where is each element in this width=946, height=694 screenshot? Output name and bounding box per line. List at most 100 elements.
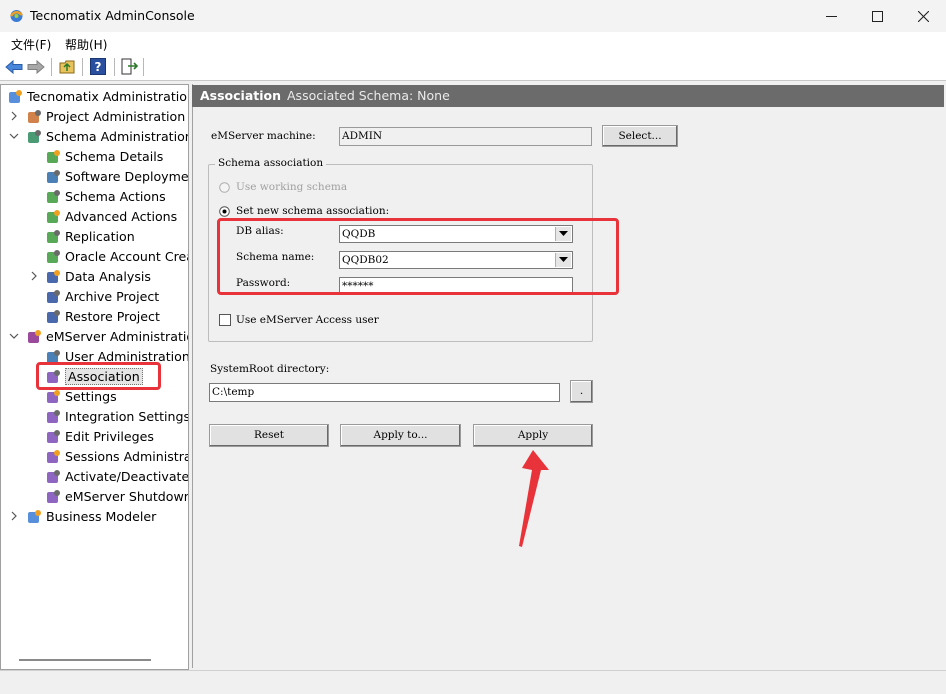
tree-item[interactable]: Restore Project xyxy=(1,307,188,327)
reset-button[interactable]: Reset xyxy=(209,424,329,447)
maximize-button[interactable] xyxy=(854,0,900,32)
tree-item-label: eMServer Administration xyxy=(46,329,189,344)
tree-item-label: Advanced Actions xyxy=(65,209,178,224)
tree-item[interactable]: Schema Details xyxy=(1,147,188,167)
project-icon xyxy=(28,110,41,123)
navigation-tree: Tecnomatix Administration Project Adminis… xyxy=(0,84,189,670)
software-deploy-icon xyxy=(47,170,60,183)
set-new-schema-radio[interactable] xyxy=(219,206,230,217)
annotation-arrow xyxy=(519,450,549,547)
tree-item-label: Restore Project xyxy=(65,309,160,324)
systemroot-field[interactable]: C:\temp xyxy=(209,383,560,402)
sql-icon xyxy=(47,270,60,283)
svg-text:?: ? xyxy=(95,60,102,74)
tree-item[interactable]: Data Analysis xyxy=(1,267,188,287)
tree-item[interactable]: Sessions Administrat xyxy=(1,447,188,467)
exit-icon[interactable] xyxy=(121,58,139,75)
close-icon xyxy=(917,10,929,22)
oracle-icon xyxy=(47,250,60,263)
shutdown-icon xyxy=(47,490,60,503)
tree-item[interactable]: Integration Settings xyxy=(1,407,188,427)
expand-chevron-icon[interactable] xyxy=(9,510,19,522)
tree-item-label: Data Analysis xyxy=(65,269,151,284)
tree-item[interactable]: Schema Administration xyxy=(1,127,188,147)
tree-item[interactable]: Edit Privileges xyxy=(1,427,188,447)
use-access-user-label: Use eMServer Access user xyxy=(236,314,379,326)
close-button[interactable] xyxy=(900,0,946,32)
highlight-box-association xyxy=(36,362,161,390)
archive-icon xyxy=(47,290,60,303)
toolbar-separator xyxy=(114,58,115,76)
minimize-icon xyxy=(825,15,837,17)
tree-item-label: Business Modeler xyxy=(46,509,157,524)
tree-item-label: Replication xyxy=(65,229,135,244)
tree-item-label: Software Deploymen xyxy=(65,169,189,184)
menu-bar: 文件(F) 帮助(H) xyxy=(0,32,946,54)
database-icon xyxy=(47,230,60,243)
app-icon xyxy=(9,10,23,22)
emserver-machine-value: ADMIN xyxy=(342,130,383,142)
systemroot-value: C:\temp xyxy=(212,386,255,398)
tree-item[interactable]: Archive Project xyxy=(1,287,188,307)
title-bar: Tecnomatix AdminConsole xyxy=(0,0,946,32)
schema-admin-icon xyxy=(28,130,41,143)
integration-icon xyxy=(47,410,60,423)
menu-help[interactable]: 帮助(H) xyxy=(65,36,107,53)
tree-horizontal-scrollbar[interactable] xyxy=(19,659,151,661)
tree-item-label: Edit Privileges xyxy=(65,429,154,444)
panel-subtitle: Associated Schema: None xyxy=(287,88,450,103)
privileges-icon xyxy=(47,430,60,443)
panel-header: Association Associated Schema: None xyxy=(192,85,944,107)
toolbar: ? xyxy=(0,54,946,81)
panel-title: Association xyxy=(200,88,282,103)
use-working-schema-radio[interactable] xyxy=(219,182,230,193)
status-bar xyxy=(0,670,946,694)
tree-item-label: eMServer Shutdown xyxy=(65,489,189,504)
tree-item[interactable]: Replication xyxy=(1,227,188,247)
tree-item-label: Schema Actions xyxy=(65,189,166,204)
tree-item[interactable]: Business Modeler xyxy=(1,507,188,527)
activate-icon xyxy=(47,470,60,483)
tree-item[interactable]: Advanced Actions xyxy=(1,207,188,227)
apply-button[interactable]: Apply xyxy=(473,424,593,447)
highlight-box-credentials xyxy=(217,218,619,295)
tree-item[interactable]: Project Administration xyxy=(1,107,188,127)
tree-item[interactable]: Oracle Account Creat xyxy=(1,247,188,267)
systemroot-label: SystemRoot directory: xyxy=(210,363,330,375)
tree-item-label: Integration Settings xyxy=(65,409,189,424)
toolbar-separator xyxy=(82,58,83,76)
schema-association-legend: Schema association xyxy=(215,157,327,169)
back-arrow-icon[interactable] xyxy=(5,59,23,75)
expand-chevron-icon[interactable] xyxy=(29,270,39,282)
select-button[interactable]: Select... xyxy=(602,125,678,147)
tree-item[interactable]: eMServer Shutdown xyxy=(1,487,188,507)
tree-item[interactable]: Tecnomatix Administration xyxy=(1,87,188,107)
settings-icon xyxy=(47,390,60,403)
tree-item[interactable]: Activate/Deactivate L xyxy=(1,467,188,487)
apply-to-button[interactable]: Apply to... xyxy=(340,424,461,447)
browse-button[interactable]: . xyxy=(570,380,593,403)
collapse-chevron-icon[interactable] xyxy=(9,330,19,342)
expand-chevron-icon[interactable] xyxy=(9,110,19,122)
toolbar-separator xyxy=(143,58,144,76)
tree-item-label: Schema Administration xyxy=(46,129,189,144)
up-folder-icon[interactable] xyxy=(59,58,76,75)
use-access-user-checkbox[interactable] xyxy=(219,314,231,326)
database-icon xyxy=(47,190,60,203)
help-icon[interactable]: ? xyxy=(90,58,106,75)
emserver-machine-field: ADMIN xyxy=(339,127,592,146)
tree-item-label: Tecnomatix Administration xyxy=(27,89,189,104)
tree-item[interactable]: Schema Actions xyxy=(1,187,188,207)
tree-item-label: Settings xyxy=(65,389,117,404)
menu-file[interactable]: 文件(F) xyxy=(11,36,51,53)
schema-details-icon xyxy=(47,150,60,163)
minimize-button[interactable] xyxy=(808,0,854,32)
emserver-machine-label: eMServer machine: xyxy=(211,130,316,142)
forward-arrow-icon[interactable] xyxy=(27,59,45,75)
tree-item[interactable]: Settings xyxy=(1,387,188,407)
tree-item[interactable]: Software Deploymen xyxy=(1,167,188,187)
collapse-chevron-icon[interactable] xyxy=(9,130,19,142)
restore-icon xyxy=(47,310,60,323)
database-icon xyxy=(47,210,60,223)
tree-item[interactable]: eMServer Administration xyxy=(1,327,188,347)
